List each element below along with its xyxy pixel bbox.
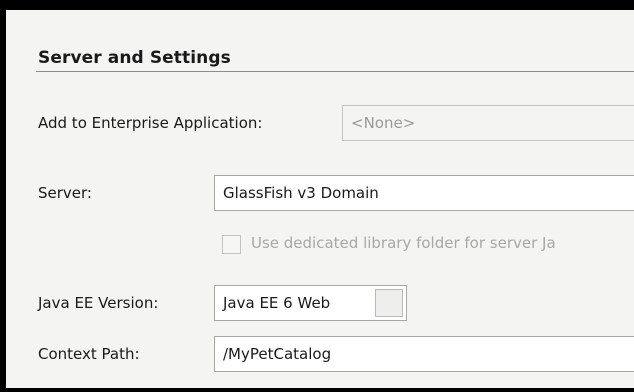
settings-panel: Server and Settings Add to Enterprise Ap… (0, 0, 634, 392)
server-select[interactable]: GlassFish v3 Domain (214, 175, 634, 211)
dropdown-button[interactable] (375, 289, 403, 317)
context-path-input[interactable]: /MyPetCatalog (214, 336, 634, 372)
enterprise-app-label: Add to Enterprise Application: (38, 114, 263, 132)
java-ee-version-value: Java EE 6 Web (223, 294, 331, 312)
dedicated-library-label: Use dedicated library folder for server … (251, 234, 556, 252)
java-ee-version-select[interactable]: Java EE 6 Web (214, 285, 407, 321)
server-label: Server: (38, 184, 92, 202)
dedicated-library-checkbox[interactable] (222, 235, 241, 254)
enterprise-app-select[interactable]: <None> (342, 105, 634, 141)
context-path-label: Context Path: (38, 345, 140, 363)
java-ee-version-label: Java EE Version: (38, 294, 159, 312)
section-divider (36, 71, 634, 72)
section-title: Server and Settings (38, 48, 231, 68)
